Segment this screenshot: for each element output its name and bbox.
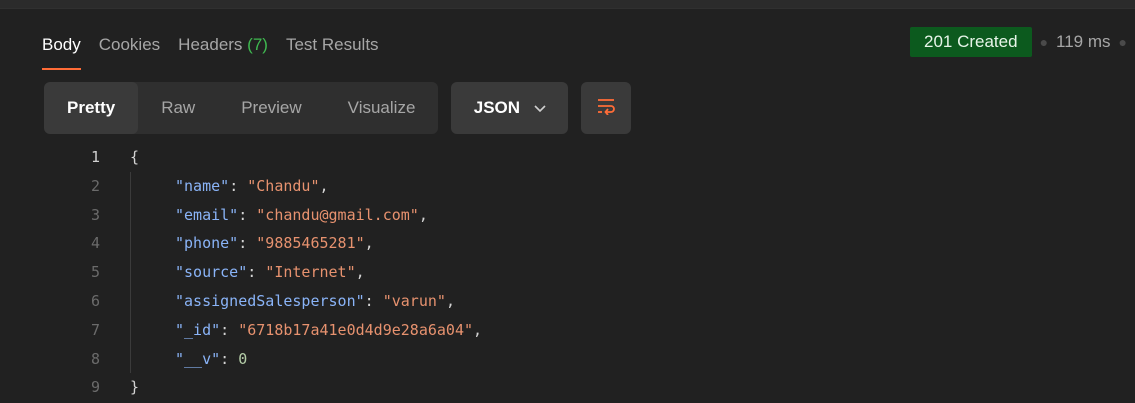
tab-test-results[interactable]: Test Results <box>286 35 379 55</box>
line-number: 1 <box>90 148 100 166</box>
line-number: 2 <box>90 176 100 195</box>
code-line: 8 "__v": 0 <box>60 344 1135 374</box>
json-value: "varun" <box>382 291 446 310</box>
wrap-lines-icon <box>596 97 616 120</box>
response-tabs: Body Cookies Headers (7) Test Results <box>42 30 397 70</box>
indent-guide <box>130 286 131 316</box>
indent-guide <box>130 315 131 345</box>
response-panel: Body Cookies Headers (7) Test Results 20… <box>0 0 1135 403</box>
tab-headers[interactable]: Headers (7) <box>178 35 268 55</box>
json-key: "_id" <box>175 320 221 339</box>
indent-guide <box>130 171 131 201</box>
code-line: 2 "name": "Chandu", <box>60 171 1135 201</box>
code-line: 4 "phone": "9885465281", <box>60 229 1135 259</box>
line-number: 9 <box>90 378 100 397</box>
line-number: 8 <box>90 349 100 368</box>
code-line: 1 { <box>60 143 1135 172</box>
json-comma: , <box>473 320 483 339</box>
json-value: "6718b17a41e0d4d9e28a6a04" <box>238 320 474 339</box>
json-key: "assignedSalesperson" <box>175 291 365 310</box>
json-key: "phone" <box>175 234 239 253</box>
json-comma: , <box>445 291 455 310</box>
json-key: "name" <box>175 176 230 195</box>
line-number: 7 <box>90 320 100 339</box>
indent-guide <box>130 229 131 259</box>
tab-headers-label: Headers <box>178 35 243 54</box>
tab-body[interactable]: Body <box>42 35 81 70</box>
panel-divider <box>0 0 1135 9</box>
code-line: 3 "email": "chandu@gmail.com", <box>60 200 1135 230</box>
indent-guide <box>130 344 131 374</box>
code-line: 5 "source": "Internet", <box>60 258 1135 287</box>
json-comma: , <box>319 176 329 195</box>
view-preview-button[interactable]: Preview <box>218 82 324 134</box>
separator-dot: ● <box>1118 34 1127 50</box>
tab-cookies[interactable]: Cookies <box>99 35 160 55</box>
json-comma: , <box>418 205 428 224</box>
close-brace: } <box>130 378 140 397</box>
open-brace: { <box>130 148 140 166</box>
code-line: 9 } <box>60 373 1135 402</box>
json-key: "email" <box>175 205 239 224</box>
indent-guide <box>130 200 131 230</box>
line-number: 4 <box>90 234 100 253</box>
json-key: "__v" <box>175 349 221 368</box>
format-select-value: JSON <box>473 98 521 117</box>
json-value: "Chandu" <box>247 176 320 195</box>
headers-count: (7) <box>247 35 268 54</box>
separator-dot: ● <box>1039 34 1049 50</box>
json-value: "9885465281" <box>256 234 365 253</box>
line-number: 6 <box>90 291 100 310</box>
code-line: 6 "assignedSalesperson": "varun", <box>60 286 1135 316</box>
view-mode-group: Pretty Raw Preview Visualize <box>44 82 439 134</box>
line-number: 5 <box>90 263 100 282</box>
code-line: 7 "_id": "6718b17a41e0d4d9e28a6a04", <box>60 315 1135 345</box>
view-raw-button[interactable]: Raw <box>138 82 218 134</box>
wrap-lines-button[interactable] <box>581 82 632 134</box>
json-comma: , <box>355 263 365 282</box>
response-body-code[interactable]: 1 { 2 "name": "Chandu", 3 "email": "chan… <box>60 143 1135 402</box>
status-badge[interactable]: 201 Created <box>909 27 1032 57</box>
response-meta: 201 Created ● 119 ms ● <box>909 27 1135 57</box>
json-value: 0 <box>238 349 248 368</box>
json-value: "Internet" <box>265 263 356 282</box>
view-visualize-button[interactable]: Visualize <box>325 82 439 134</box>
indent-guide <box>130 258 131 287</box>
json-key: "source" <box>175 263 248 282</box>
view-toolbar: Pretty Raw Preview Visualize JSON <box>44 82 632 134</box>
chevron-down-icon <box>534 101 546 116</box>
line-number: 3 <box>90 205 100 224</box>
json-value: "chandu@gmail.com" <box>256 205 419 224</box>
json-comma: , <box>364 234 374 253</box>
view-pretty-button[interactable]: Pretty <box>44 82 139 134</box>
format-select[interactable]: JSON <box>451 82 569 134</box>
response-time[interactable]: 119 ms <box>1056 32 1111 52</box>
